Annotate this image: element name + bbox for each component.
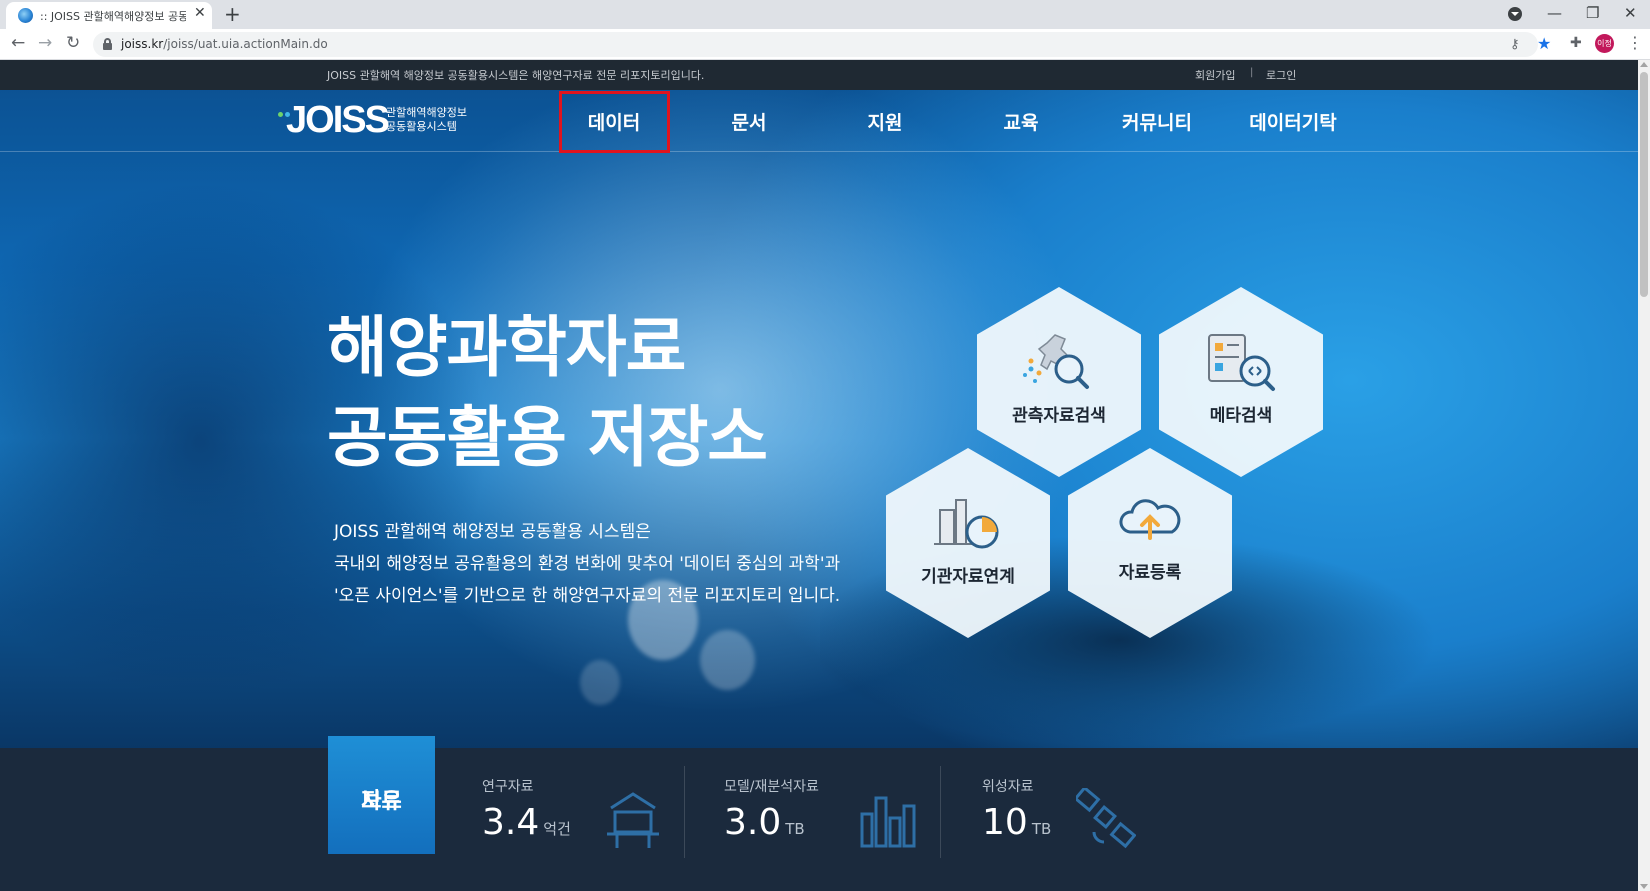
utility-message: JOISS 관할해역 해양정보 공동활용시스템은 해양연구자료 전문 리포지토리… [327, 69, 705, 82]
stat-model-value: 3.0 TB [724, 802, 805, 843]
profile-avatar[interactable]: 이정 [1595, 34, 1614, 53]
menu-documents[interactable]: 문서 [694, 108, 804, 135]
joiss-logo[interactable]: JOISS 관할해역해양정보 공동활용시스템 [278, 98, 498, 144]
scroll-down-arrow[interactable] [1640, 884, 1648, 889]
tab-close-icon[interactable]: ✕ [194, 5, 206, 21]
bar-chart-icon [860, 796, 916, 848]
logo-subtitle: 관할해역해양정보 공동활용시스템 [386, 106, 467, 133]
research-station-icon [607, 792, 659, 848]
browser-toolbar: ← → ↻ joiss.kr/joiss/uat.uia.actionMain.… [0, 29, 1650, 60]
hero-description-line: JOISS 관할해역 해양정보 공동활용 시스템은 [334, 522, 651, 542]
hero-headline-line: 해양과학자료 [327, 309, 686, 386]
stat-divider [684, 766, 685, 858]
stat-satellite-label: 위성자료 [982, 779, 1034, 795]
holdings-stats: 보유 자료 연구자료 3.4 억건 모델/재분석자료 3.0 TB 위성자료 1… [0, 736, 1638, 891]
logo-wordmark: JOISS [286, 99, 390, 141]
utility-bar: JOISS 관할해역 해양정보 공동활용시스템은 해양연구자료 전문 리포지토리… [0, 60, 1638, 90]
key-icon[interactable]: ⚷ [1510, 37, 1520, 52]
map-search-icon [1023, 334, 1089, 389]
extensions-icon[interactable]: ✚ [1570, 35, 1582, 51]
stat-model-label: 모델/재분석자료 [724, 779, 819, 795]
menu-support[interactable]: 지원 [830, 108, 940, 135]
bookmark-star-icon[interactable]: ★ [1537, 34, 1551, 53]
close-window-icon[interactable]: ✕ [1624, 4, 1637, 22]
signup-link[interactable]: 회원가입 [1195, 67, 1235, 83]
page-scrollbar[interactable] [1638, 60, 1650, 891]
stat-divider [940, 766, 941, 858]
tab-title: :: JOISS 관할해역해양정보 공동활용시스템 [40, 10, 186, 23]
bokeh-light [580, 660, 620, 705]
satellite-icon [1076, 788, 1136, 849]
highlight-box [559, 91, 670, 153]
menu-kebab-icon[interactable]: ⋮ [1627, 33, 1643, 52]
menu-data-deposit[interactable]: 데이터기탁 [1238, 108, 1348, 135]
stat-research-value: 3.4 억건 [482, 802, 571, 843]
building-chart-icon [934, 499, 999, 549]
hero-description-line: 국내외 해양정보 공유활용의 환경 변화에 맞추어 '데이터 중심의 과학'과 [334, 554, 841, 574]
hero-headline: 해양과학자료 공동활용 저장소 [327, 303, 768, 483]
page-content: JOISS 관할해역 해양정보 공동활용시스템은 해양연구자료 전문 리포지토리… [0, 60, 1638, 891]
tab-search-icon[interactable] [1508, 7, 1522, 21]
url-text[interactable]: joiss.kr/joiss/uat.uia.actionMain.do [121, 37, 328, 51]
data-register-label: 자료등록 [1118, 563, 1182, 583]
document-search-icon [1208, 334, 1275, 391]
utility-separator: | [1250, 67, 1254, 78]
menu-education[interactable]: 교육 [966, 108, 1076, 135]
stat-satellite-value: 10 TB [982, 802, 1052, 843]
hero-description-line: '오픈 사이언스'를 기반으로 한 해양연구자료의 전문 리포지토리 입니다. [334, 586, 841, 606]
main-navigation: JOISS 관할해역해양정보 공동활용시스템 데이터 문서 지원 교육 커뮤니티 … [0, 90, 1638, 153]
forward-icon[interactable]: → [38, 33, 52, 53]
holdings-badge: 보유 자료 [328, 736, 435, 854]
hero-description: JOISS 관할해역 해양정보 공동활용 시스템은 국내외 해양정보 공유활용의… [334, 516, 840, 612]
address-bar[interactable]: joiss.kr/joiss/uat.uia.actionMain.do [93, 32, 1538, 57]
menu-community[interactable]: 커뮤니티 [1102, 108, 1212, 135]
lock-icon [103, 38, 112, 50]
observation-search-label: 관측자료검색 [1012, 406, 1106, 426]
login-link[interactable]: 로그인 [1266, 67, 1296, 83]
scroll-up-arrow[interactable] [1640, 62, 1648, 67]
scroll-thumb[interactable] [1640, 72, 1648, 297]
bokeh-light [700, 630, 755, 690]
back-icon[interactable]: ← [11, 33, 25, 53]
meta-search-label: 메타검색 [1209, 406, 1273, 426]
institution-link-label: 기관자료연계 [921, 567, 1015, 587]
holdings-badge-label: 보유 자료 [361, 789, 402, 814]
hero-headline-line: 공동활용 저장소 [327, 399, 768, 476]
minimize-icon[interactable]: — [1547, 4, 1562, 22]
cloud-upload-icon [1119, 499, 1181, 540]
restore-icon[interactable]: ❐ [1586, 4, 1599, 22]
new-tab-icon[interactable]: + [224, 2, 241, 26]
stat-research-label: 연구자료 [482, 779, 534, 795]
browser-tab-strip: :: JOISS 관할해역해양정보 공동활용시스템 ✕ + — ❐ ✕ [0, 0, 1650, 29]
reload-icon[interactable]: ↻ [66, 33, 80, 53]
site-favicon-icon [18, 8, 33, 23]
browser-tab[interactable]: :: JOISS 관할해역해양정보 공동활용시스템 ✕ [6, 2, 212, 29]
